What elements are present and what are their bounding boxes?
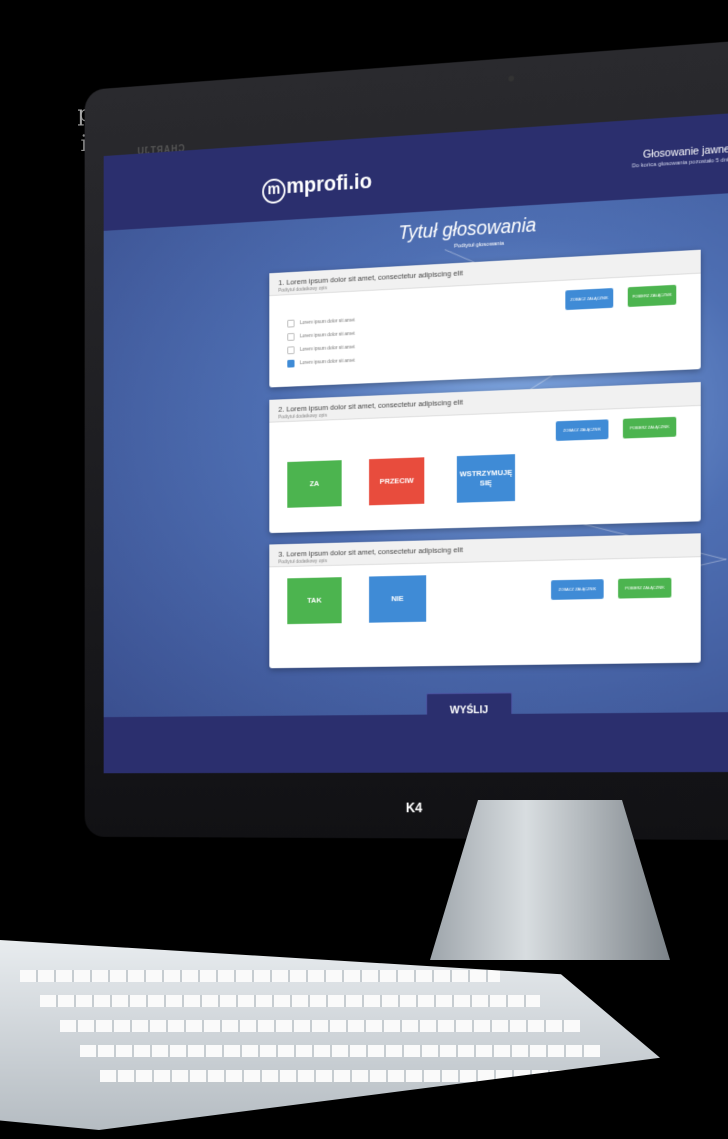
download-attachment-button[interactable]: POBIERZ ZAŁĄCZNIK: [628, 285, 677, 307]
keyboard: [0, 940, 660, 1130]
view-attachment-button[interactable]: ZOBACZ ZAŁĄCZNIK: [556, 419, 609, 441]
checkbox-checked[interactable]: [287, 360, 294, 368]
vote-for-button[interactable]: ZA: [287, 460, 341, 508]
checkbox[interactable]: [287, 333, 294, 341]
monitor: CHARTJU m mprofi.io Głosowanie jawne Do k…: [85, 40, 728, 840]
option-label: Lorem ipsum dolor sit amet: [300, 318, 355, 326]
question-card-3: 3. Lorem ipsum dolor sit amet, consectet…: [269, 533, 700, 668]
vote-info: Głosowanie jawne Do końca głosowania poz…: [632, 143, 728, 169]
download-attachment-button[interactable]: POBIERZ ZAŁĄCZNIK: [618, 578, 671, 599]
camera-icon: [508, 75, 514, 81]
checkbox[interactable]: [287, 320, 294, 328]
option-2[interactable]: Lorem ipsum dolor sit amet: [287, 330, 354, 341]
screen-footer: [104, 712, 728, 773]
vote-no-button[interactable]: NIE: [369, 575, 426, 622]
option-label: Lorem ipsum dolor sit amet: [300, 331, 355, 339]
option-label: Lorem ipsum dolor sit amet: [300, 358, 355, 366]
checkbox[interactable]: [287, 346, 294, 354]
vote-against-button[interactable]: PRZECIW: [369, 457, 424, 505]
option-4[interactable]: Lorem ipsum dolor sit amet: [287, 357, 354, 368]
app-logo[interactable]: m mprofi.io: [262, 169, 372, 205]
download-attachment-button[interactable]: POBIERZ ZAŁĄCZNIK: [623, 417, 676, 439]
question-card-2: 2. Lorem ipsum dolor sit amet, consectet…: [269, 382, 700, 533]
option-label: Lorem ipsum dolor sit amet: [300, 344, 355, 352]
question-card-1: 1. Lorem ipsum dolor sit amet, consectet…: [269, 250, 700, 388]
view-attachment-button[interactable]: ZOBACZ ZAŁĄCZNIK: [551, 579, 604, 600]
logo-text: mprofi.io: [286, 169, 371, 198]
monitor-brand-logo: K4: [406, 800, 423, 815]
screen: m mprofi.io Głosowanie jawne Do końca gło…: [104, 112, 728, 773]
option-1[interactable]: Lorem ipsum dolor sit amet: [287, 317, 354, 328]
view-attachment-button[interactable]: ZOBACZ ZAŁĄCZNIK: [565, 288, 613, 310]
vote-yes-button[interactable]: TAK: [287, 577, 341, 624]
option-3[interactable]: Lorem ipsum dolor sit amet: [287, 344, 354, 355]
vote-abstain-button[interactable]: WSTRZYMUJĘ SIĘ: [457, 454, 515, 503]
logo-ring-icon: m: [262, 178, 285, 204]
